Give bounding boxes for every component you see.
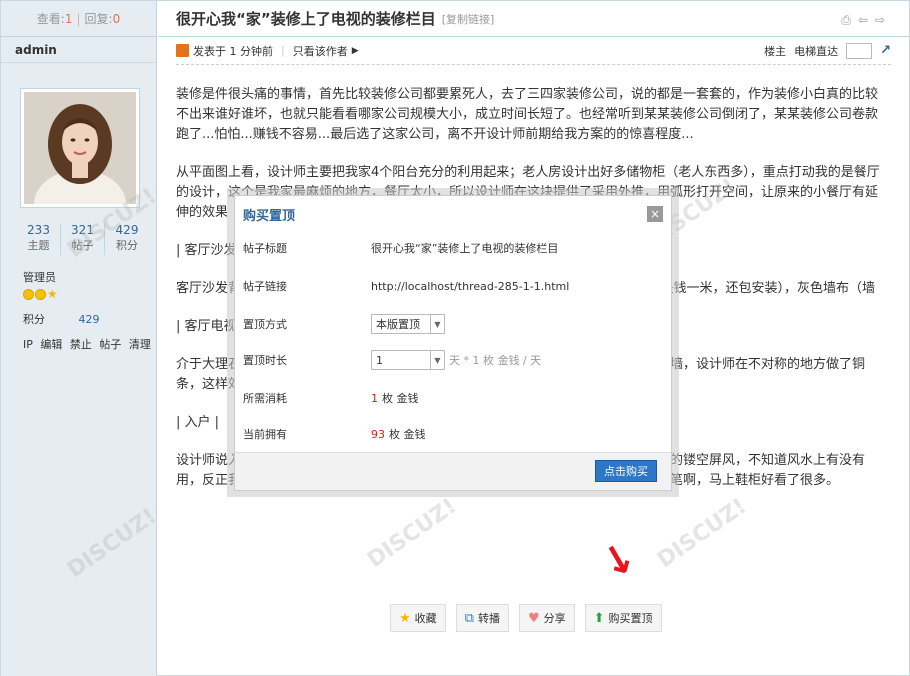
print-icon[interactable]: ⎙ <box>841 13 851 28</box>
page: 查看: 1 | 回复: 0 admin 233 主题 321 帖子 429 积分… <box>0 0 910 676</box>
row-balance: 当前拥有 93 枚 金钱 <box>243 426 426 442</box>
post-actions: ★ 收藏 ⧉ 转播 ♥ 分享 ⬆ 购买置顶 <box>390 604 662 632</box>
field-label: 所需消耗 <box>243 392 287 405</box>
dialog-header: 购买置顶 <box>235 196 671 232</box>
sun-icon <box>23 289 34 300</box>
arrow-pointer-icon: ↓ <box>592 532 645 590</box>
view-count: 1 <box>64 11 73 26</box>
points-value: 429 <box>78 313 100 326</box>
reply-count: 0 <box>112 11 121 26</box>
elevator-label: 电梯直达 <box>794 44 839 58</box>
duration-unit: 天 * 1 枚 金钱 / 天 <box>449 354 542 367</box>
action-label: 收藏 <box>414 612 437 625</box>
admin-links: IP 编辑 禁止 帖子 清理 <box>23 336 155 352</box>
star-icon: ★ <box>47 287 58 301</box>
paragraph: 装修是件很头痛的事情，首先比较装修公司都要累死人，去了三四家装修公司，说的都是一… <box>176 87 879 142</box>
field-label: 帖子标题 <box>243 242 287 255</box>
action-label: 分享 <box>543 612 566 625</box>
edit-link[interactable]: 编辑 <box>40 338 62 351</box>
floor-jump-input[interactable] <box>846 42 873 59</box>
field-label: 置顶方式 <box>243 318 287 331</box>
field-label: 帖子链接 <box>243 280 287 293</box>
sticky-mode-select[interactable]: 本版置顶 ▼ <box>371 314 445 334</box>
divider: | <box>281 44 285 57</box>
share-button[interactable]: ♥ 分享 <box>518 604 575 632</box>
stat-credits[interactable]: 429 积分 <box>105 223 149 255</box>
chevron-down-icon: ▼ <box>430 315 444 333</box>
stat-topics[interactable]: 233 主题 <box>17 223 61 255</box>
floor-label: 楼主 <box>764 44 787 58</box>
sun-icon <box>35 289 46 300</box>
buy-sticky-button[interactable]: ⬆ 购买置顶 <box>584 604 662 632</box>
stat-posts[interactable]: 321 帖子 <box>61 223 105 255</box>
post-meta: 发表于 1 分钟前 | 只看该作者 ▶ 楼主 电梯直达 ↗ <box>176 37 891 65</box>
dialog-title: 购买置顶 <box>243 208 296 224</box>
stat-value: 233 <box>27 223 50 237</box>
balance-value: 93 <box>371 427 385 441</box>
action-label: 购买置顶 <box>608 612 653 625</box>
share-box-icon: ⧉ <box>464 610 474 626</box>
dialog-footer: 点击购买 <box>235 452 671 490</box>
duration-select[interactable]: 1 ▼ <box>371 350 445 370</box>
copy-link[interactable]: [复制链接] <box>442 11 495 27</box>
thread-title: 很开心我“家”装修上了电视的装修栏目 <box>176 10 436 28</box>
posts-link[interactable]: 帖子 <box>99 338 121 351</box>
floor-tools: 楼主 电梯直达 ↗ <box>764 42 891 59</box>
row-sticky-duration: 置顶时长 1 ▼ 天 * 1 枚 金钱 / 天 <box>243 350 541 370</box>
action-label: 转播 <box>477 612 500 625</box>
thread-header: 很开心我“家”装修上了电视的装修栏目 [复制链接] ⎙ ⇦ ⇨ <box>158 1 909 37</box>
prev-thread-icon[interactable]: ⇦ <box>858 13 868 28</box>
select-value: 1 <box>376 353 383 367</box>
cost-unit: 枚 金钱 <box>382 392 419 405</box>
chevron-down-icon: ▼ <box>430 351 444 369</box>
author-name[interactable]: admin <box>1 37 156 63</box>
points: 积分 429 <box>23 311 100 327</box>
clean-link[interactable]: 清理 <box>129 338 151 351</box>
heart-icon: ♥ <box>527 610 540 626</box>
reply-label: 回复: <box>84 12 113 26</box>
thread-tools: ⎙ ⇦ ⇨ <box>841 13 885 28</box>
star-icon: ★ <box>399 610 411 626</box>
only-author-link[interactable]: 只看该作者 <box>293 43 348 59</box>
user-group[interactable]: 管理员 <box>23 269 56 285</box>
divider: | <box>76 11 81 26</box>
up-arrow-icon: ⬆ <box>593 610 605 626</box>
field-label: 当前拥有 <box>243 428 287 441</box>
close-icon[interactable]: × <box>647 206 663 222</box>
thread-link-value: http://localhost/thread-285-1-1.html <box>371 279 570 293</box>
triangle-right-icon: ▶ <box>351 45 359 56</box>
stat-label: 主题 <box>27 239 50 252</box>
post-time: 发表于 1 分钟前 <box>193 44 273 58</box>
row-cost: 所需消耗 1 枚 金钱 <box>243 390 419 406</box>
buy-sticky-dialog: 购买置顶 × 帖子标题 很开心我“家”装修上了电视的装修栏目 帖子链接 http… <box>234 195 672 491</box>
points-label: 积分 <box>23 313 45 326</box>
stat-value: 429 <box>115 223 139 237</box>
author-sidebar: 查看: 1 | 回复: 0 admin 233 主题 321 帖子 429 积分… <box>1 1 157 676</box>
ban-link[interactable]: 禁止 <box>70 338 92 351</box>
select-value: 本版置顶 <box>376 318 420 331</box>
ip-link[interactable]: IP <box>23 338 33 351</box>
next-thread-icon[interactable]: ⇨ <box>875 13 885 28</box>
balance-unit: 枚 金钱 <box>389 428 426 441</box>
avatar[interactable] <box>20 88 140 208</box>
user-online-icon <box>176 44 189 57</box>
view-reply-stats: 查看: 1 | 回复: 0 <box>1 1 156 37</box>
view-label: 查看: <box>36 12 65 26</box>
profile-stats: 233 主题 321 帖子 429 积分 <box>17 223 149 255</box>
repost-button[interactable]: ⧉ 转播 <box>455 604 509 632</box>
stat-label: 帖子 <box>71 239 94 252</box>
row-thread-link: 帖子链接 http://localhost/thread-285-1-1.htm… <box>243 278 569 294</box>
stat-value: 321 <box>71 223 94 237</box>
row-thread-title: 帖子标题 很开心我“家”装修上了电视的装修栏目 <box>243 240 558 256</box>
rank-icons: ★ <box>23 287 58 301</box>
avatar-image <box>24 92 136 204</box>
thread-title-value: 很开心我“家”装修上了电视的装修栏目 <box>371 242 559 255</box>
go-arrow-icon[interactable]: ↗ <box>880 43 891 58</box>
field-label: 置顶时长 <box>243 354 287 367</box>
buy-button[interactable]: 点击购买 <box>595 460 657 482</box>
stat-label: 积分 <box>116 239 138 252</box>
row-sticky-mode: 置顶方式 本版置顶 ▼ <box>243 314 445 334</box>
favorite-button[interactable]: ★ 收藏 <box>390 604 446 632</box>
cost-value: 1 <box>371 391 378 405</box>
